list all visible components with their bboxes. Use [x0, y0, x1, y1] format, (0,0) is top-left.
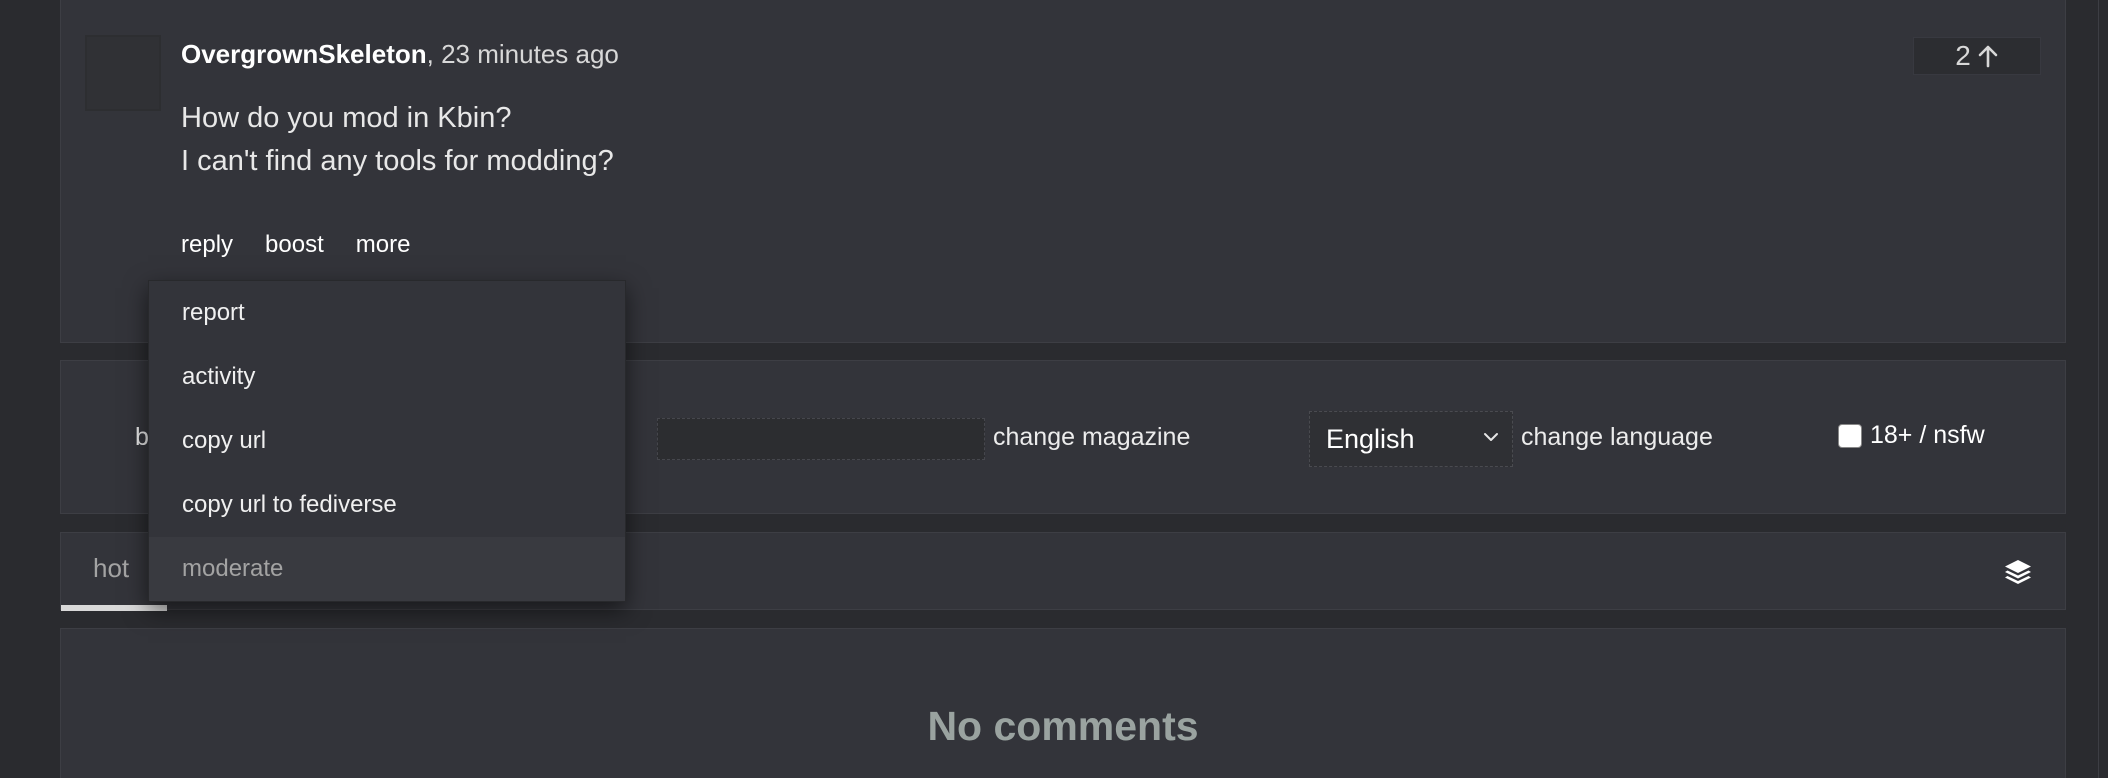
- meta-separator: ,: [426, 39, 434, 69]
- tab-active-indicator: [61, 605, 167, 611]
- page: OvergrownSkeleton, 23 minutes ago 2 How …: [0, 0, 2108, 778]
- language-select[interactable]: English: [1309, 411, 1513, 467]
- body-line: How do you mod in Kbin?: [181, 102, 512, 134]
- author-link[interactable]: OvergrownSkeleton: [181, 39, 427, 69]
- menu-item-activity[interactable]: activity: [149, 345, 625, 409]
- menu-item-copy-url-fediverse[interactable]: copy url to fediverse: [149, 473, 625, 537]
- avatar[interactable]: [85, 35, 161, 111]
- vote-count: 2: [1955, 40, 1971, 71]
- post-time: 23 minutes ago: [441, 39, 619, 69]
- change-language-label: change language: [1521, 423, 1713, 451]
- menu-item-moderate[interactable]: moderate: [149, 537, 625, 601]
- more-button[interactable]: more: [356, 231, 411, 259]
- chevron-down-icon: [1484, 433, 1498, 441]
- partial-label: b: [135, 423, 149, 451]
- right-edge: [2098, 0, 2108, 778]
- post-body: How do you mod in Kbin? I can't find any…: [181, 97, 614, 183]
- upvote-button[interactable]: 2: [1913, 37, 2041, 75]
- nsfw-label: 18+ / nsfw: [1870, 421, 1985, 449]
- body-line: I can't find any tools for modding?: [181, 145, 614, 177]
- layers-icon[interactable]: [2003, 557, 2033, 587]
- boost-button[interactable]: boost: [265, 231, 324, 259]
- more-menu: report activity copy url copy url to fed…: [148, 280, 626, 602]
- comments-section: No comments: [60, 628, 2066, 778]
- change-magazine-label: change magazine: [993, 423, 1191, 451]
- nsfw-toggle[interactable]: 18+ / nsfw: [1838, 421, 1985, 450]
- arrow-up-icon: [1978, 45, 1998, 68]
- menu-item-copy-url[interactable]: copy url: [149, 409, 625, 473]
- nsfw-checkbox[interactable]: [1838, 423, 1862, 448]
- magazine-input[interactable]: [657, 418, 985, 460]
- tab-hot[interactable]: hot: [93, 553, 129, 584]
- post-actions: reply boost more: [181, 231, 410, 259]
- no-comments-text: No comments: [927, 703, 1199, 749]
- language-selected: English: [1326, 423, 1415, 454]
- reply-button[interactable]: reply: [181, 231, 233, 259]
- post-meta: OvergrownSkeleton, 23 minutes ago: [181, 39, 619, 70]
- menu-item-report[interactable]: report: [149, 281, 625, 345]
